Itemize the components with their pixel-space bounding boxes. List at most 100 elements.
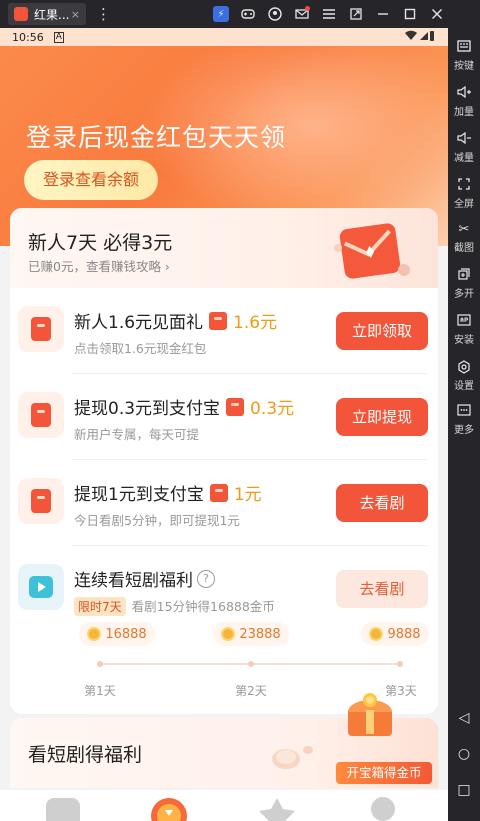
watch-drama-button[interactable]: 去看剧 bbox=[336, 484, 428, 522]
volume-down-icon bbox=[448, 131, 480, 148]
sidebar-label: 安装 bbox=[454, 335, 474, 346]
nav-recents-icon[interactable]: □ bbox=[448, 782, 480, 798]
earn-guide-link[interactable]: 已赚0元，查看赚钱攻略 › bbox=[28, 256, 170, 275]
day-label: 第2天 bbox=[235, 684, 267, 698]
red-envelope-illustration bbox=[334, 223, 410, 279]
task-title-text: 新人1.6元见面礼 bbox=[74, 313, 204, 333]
login-button[interactable]: 登录查看余额 bbox=[24, 160, 158, 200]
close-icon[interactable] bbox=[423, 0, 450, 28]
red-envelope-icon bbox=[209, 483, 228, 502]
task-title: 提现1元到支付宝 1元 bbox=[74, 480, 262, 505]
newbie-header[interactable]: 新人7天 必得3元 已赚0元，查看赚钱攻略 › bbox=[10, 208, 438, 288]
task-row: 提现1元到支付宝 1元 今日看剧5分钟，即可提现1元 去看剧 bbox=[10, 460, 438, 546]
tasks-card: 新人7天 必得3元 已赚0元，查看赚钱攻略 › 新人1.6元见面礼 1.6元 点… bbox=[10, 208, 438, 714]
red-envelope-icon bbox=[226, 397, 245, 416]
treasure-chest-icon[interactable] bbox=[340, 692, 400, 740]
task-title: 连续看短剧福利 ? bbox=[74, 566, 215, 591]
coin-amount: 16888 bbox=[105, 626, 147, 642]
sidebar-label: 减量 bbox=[454, 153, 474, 164]
coin-icon bbox=[369, 627, 384, 641]
emulator-sidebar: 按键 加量 减量 全屏 ✂ 截图 多开 安装 设置 更多 ◁ ○ □ bbox=[448, 0, 480, 821]
day-dot bbox=[397, 661, 403, 667]
claim-button[interactable]: 立即领取 bbox=[336, 312, 428, 350]
volume-up-icon bbox=[448, 85, 480, 102]
newbie-title: 新人7天 必得3元 bbox=[28, 232, 173, 254]
task-title-text: 提现1元到支付宝 bbox=[74, 485, 204, 505]
sidebar-label: 按键 bbox=[454, 61, 474, 72]
task-row: 提现0.3元到支付宝 0.3元 新用户专属，每天可提 立即提现 bbox=[10, 374, 438, 460]
sidebar-label: 加量 bbox=[454, 107, 474, 118]
sidebar-item-settings[interactable]: 设置 bbox=[448, 360, 480, 392]
mail-icon[interactable] bbox=[288, 0, 315, 28]
status-bar: 10:56 A bbox=[0, 28, 448, 46]
coin-chip: 23888 bbox=[213, 622, 289, 646]
streak-subtitle: 看剧15分钟得16888金币 bbox=[131, 599, 275, 614]
minimize-icon[interactable] bbox=[369, 0, 396, 28]
multi-instance-icon bbox=[448, 268, 480, 284]
coin-amount: 9888 bbox=[387, 626, 421, 642]
tab-star-icon[interactable] bbox=[256, 796, 298, 821]
bolt-icon[interactable]: ⚡ bbox=[213, 6, 229, 22]
user-circle-icon[interactable] bbox=[261, 0, 288, 28]
sidebar-item-fullscreen[interactable]: 全屏 bbox=[448, 178, 480, 210]
tab-welfare-icon[interactable] bbox=[148, 796, 190, 821]
sidebar-item-more[interactable]: 更多 bbox=[448, 404, 480, 436]
apk-icon bbox=[448, 314, 480, 330]
play-icon bbox=[18, 564, 64, 610]
hero-title: 登录后现金红包天天领 bbox=[26, 123, 287, 152]
sidebar-item-volume-down[interactable]: 减量 bbox=[448, 131, 480, 164]
sidebar-item-screenshot[interactable]: ✂ 截图 bbox=[448, 222, 480, 254]
task-subtitle: 限时7天 看剧15分钟得16888金币 bbox=[74, 596, 275, 616]
task-title-text: 提现0.3元到支付宝 bbox=[74, 399, 221, 419]
coin-amount: 23888 bbox=[239, 626, 281, 642]
emulator-titlebar: 红果... × ⋮ ⚡ bbox=[0, 0, 480, 28]
settings-icon bbox=[448, 360, 480, 376]
external-window-icon[interactable] bbox=[342, 0, 369, 28]
task-title: 新人1.6元见面礼 1.6元 bbox=[74, 308, 277, 333]
task-title: 提现0.3元到支付宝 0.3元 bbox=[74, 394, 294, 419]
scissors-icon: ✂ bbox=[458, 222, 470, 237]
nav-back-icon[interactable]: ◁ bbox=[448, 710, 480, 726]
kebab-menu-icon[interactable]: ⋮ bbox=[96, 5, 111, 23]
coin-icon bbox=[87, 627, 102, 641]
gamepad-icon[interactable] bbox=[234, 0, 261, 28]
day-reward: 9888 bbox=[350, 622, 438, 646]
keyboard-icon bbox=[448, 40, 480, 56]
task-subtitle: 新用户专属，每天可提 bbox=[74, 427, 200, 442]
coin-icon bbox=[221, 627, 236, 641]
fullscreen-icon bbox=[448, 178, 480, 194]
sidebar-label: 设置 bbox=[454, 381, 474, 392]
task-reward: 1元 bbox=[233, 485, 262, 505]
maximize-icon[interactable] bbox=[396, 0, 423, 28]
sidebar-item-multi[interactable]: 多开 bbox=[448, 268, 480, 300]
help-icon[interactable]: ? bbox=[197, 569, 215, 588]
sidebar-item-install[interactable]: 安装 bbox=[448, 314, 480, 346]
sidebar-label: 更多 bbox=[454, 425, 474, 436]
sidebar-item-volume-up[interactable]: 加量 bbox=[448, 85, 480, 118]
notification-icon: A bbox=[53, 31, 64, 43]
open-chest-button[interactable]: 开宝箱得金币 bbox=[336, 762, 432, 784]
tab-profile-icon[interactable] bbox=[362, 796, 404, 821]
red-envelope-icon bbox=[18, 392, 64, 438]
menu-icon[interactable] bbox=[315, 0, 342, 28]
day-reward: 16888 bbox=[72, 622, 162, 646]
coin-chip: 9888 bbox=[361, 622, 429, 646]
red-envelope-icon bbox=[18, 478, 64, 524]
coins-illustration bbox=[272, 746, 313, 769]
tab-close-icon[interactable]: × bbox=[71, 8, 80, 21]
limited-time-badge: 限时7天 bbox=[74, 597, 126, 616]
task-subtitle: 今日看剧5分钟，即可提现1元 bbox=[74, 513, 240, 528]
task-reward: 0.3元 bbox=[250, 399, 295, 419]
phone-screen: 登录后现金红包天天领 登录查看余额 10:56 A 新人7天 必得3元 已赚0元… bbox=[0, 28, 448, 821]
nav-home-icon[interactable]: ○ bbox=[448, 746, 480, 762]
emulator-tab[interactable]: 红果... × bbox=[8, 3, 86, 25]
withdraw-button[interactable]: 立即提现 bbox=[336, 398, 428, 436]
emulator-tab-title: 红果... bbox=[34, 7, 70, 22]
red-envelope-icon bbox=[18, 306, 64, 352]
watch-drama-button[interactable]: 去看剧 bbox=[336, 570, 428, 608]
tab-drama-icon[interactable] bbox=[42, 796, 84, 821]
task-row: 新人1.6元见面礼 1.6元 点击领取1.6元现金红包 立即领取 bbox=[10, 288, 438, 374]
day-label: 第1天 bbox=[84, 684, 116, 698]
sidebar-item-keyboard[interactable]: 按键 bbox=[448, 40, 480, 72]
task-subtitle: 点击领取1.6元现金红包 bbox=[74, 341, 207, 356]
